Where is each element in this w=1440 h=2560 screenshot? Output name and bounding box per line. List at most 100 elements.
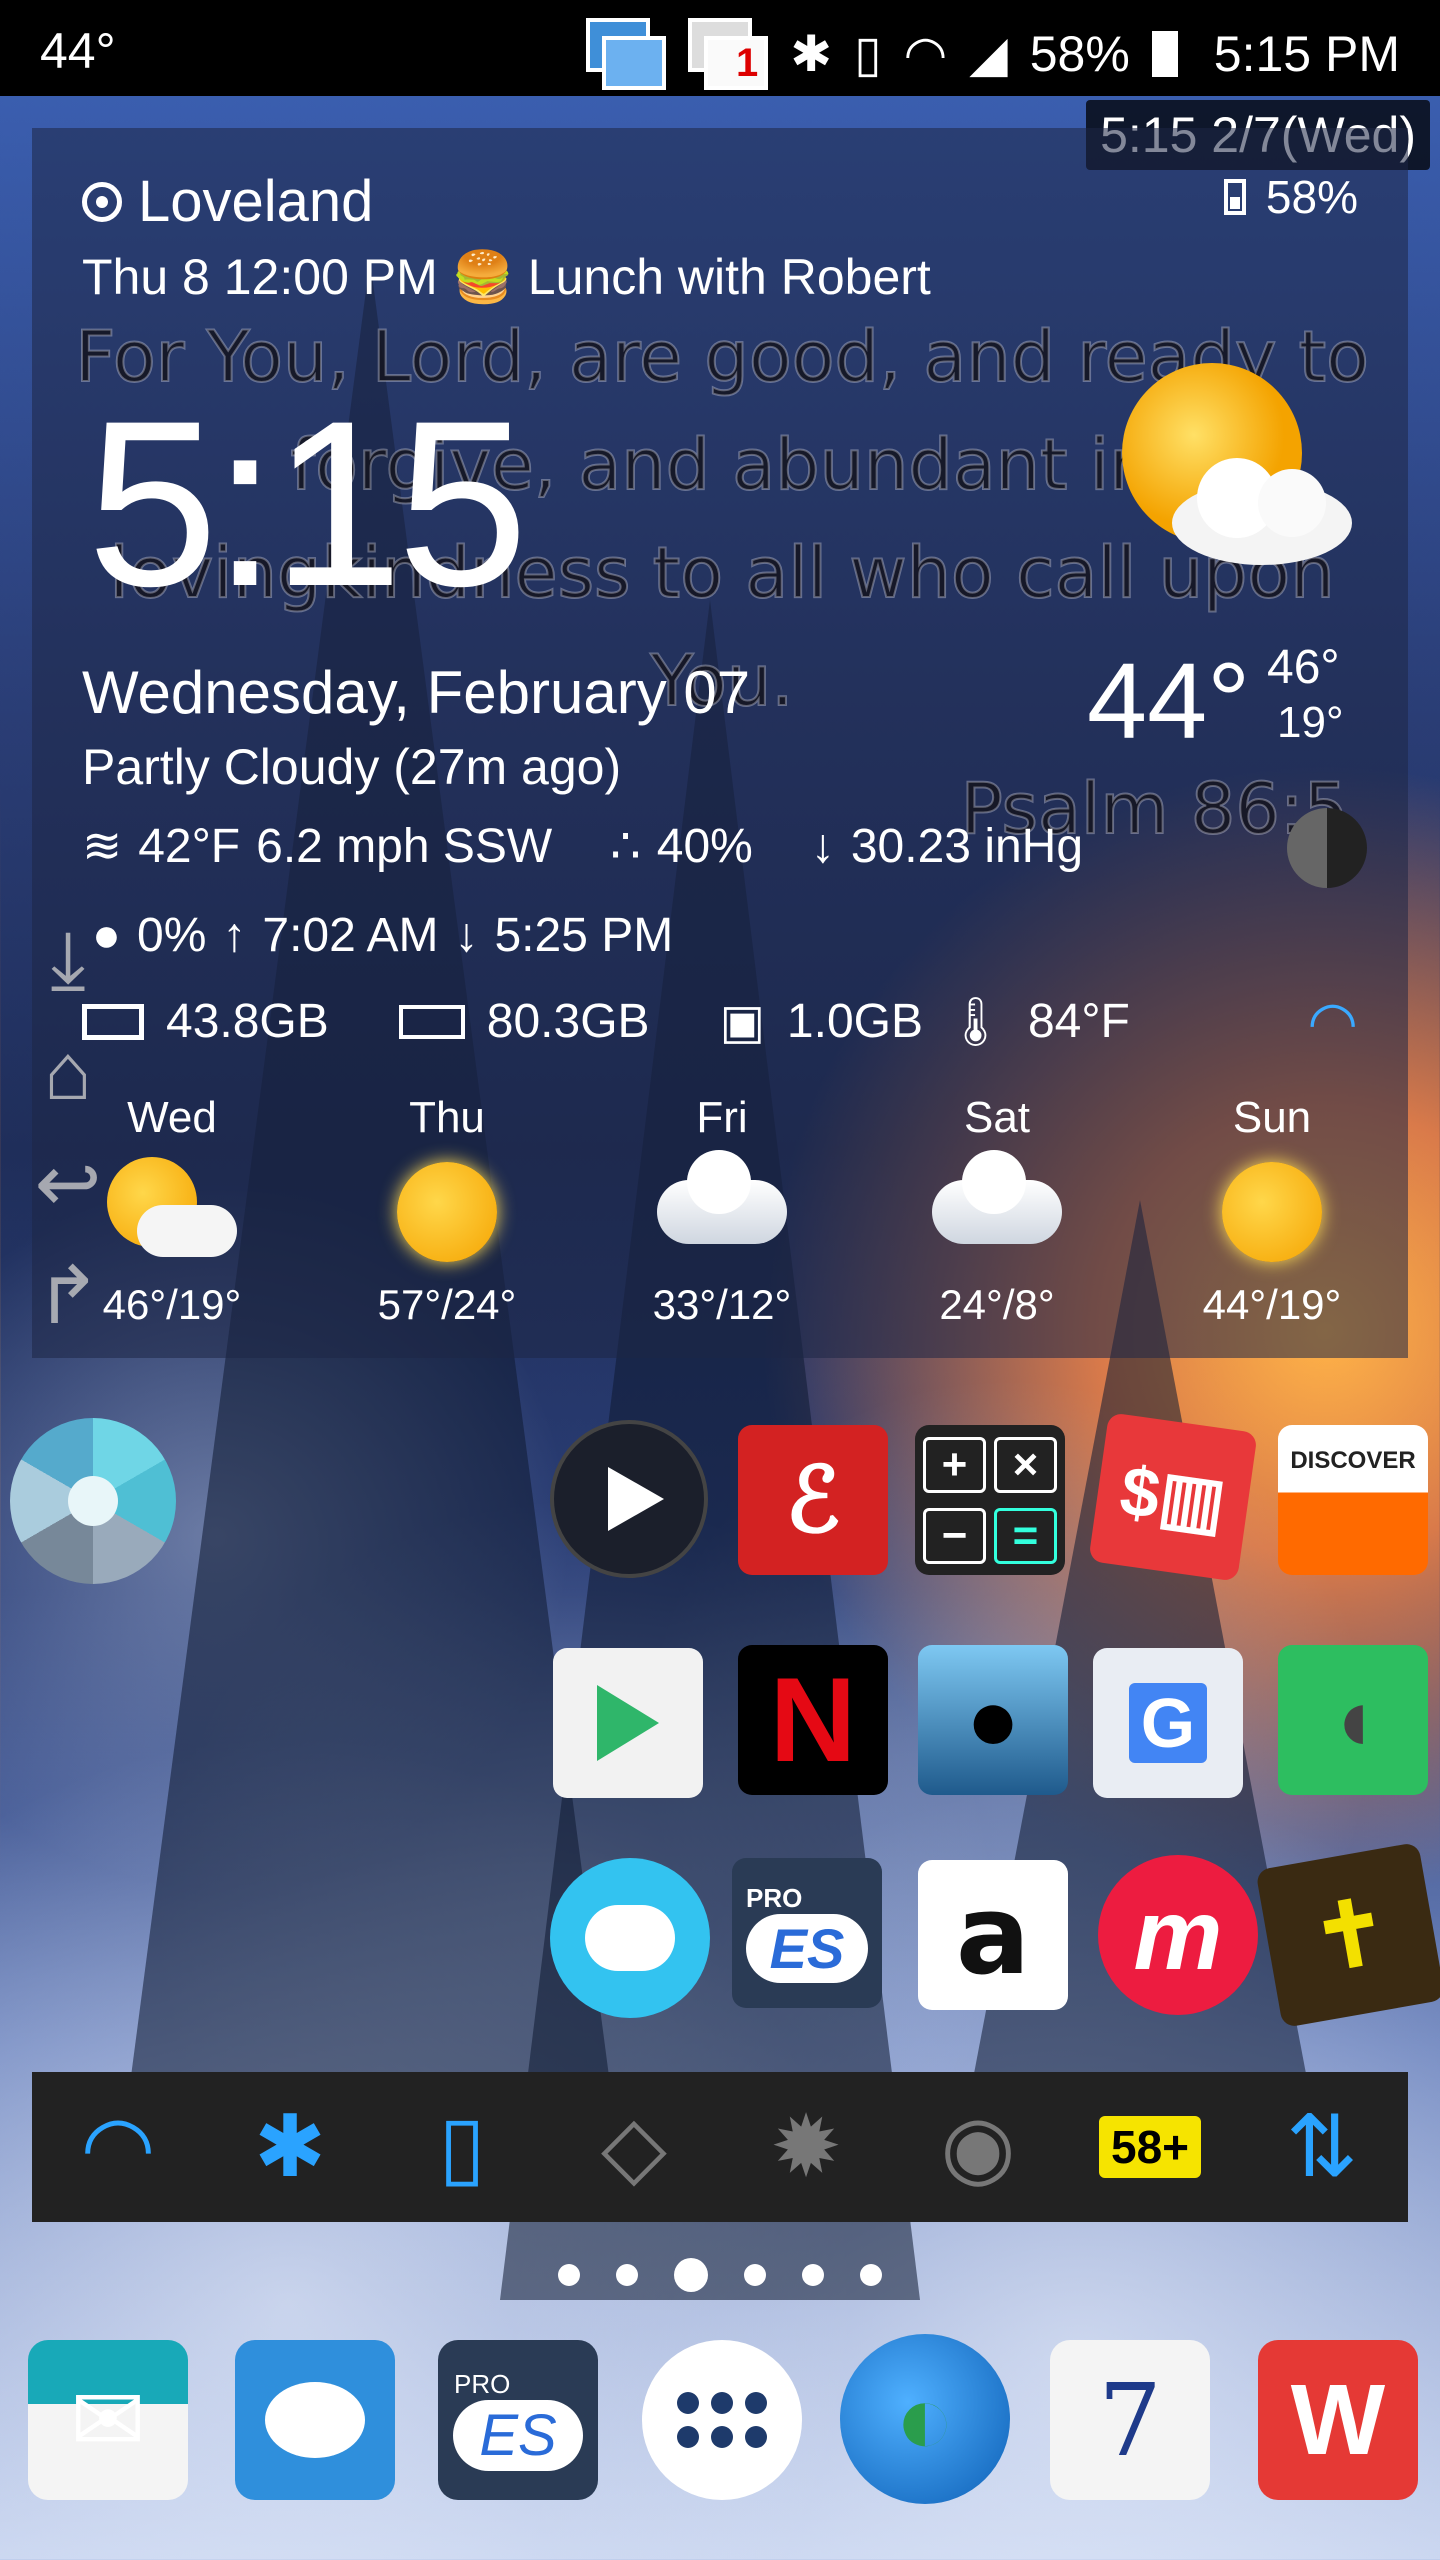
forecast-temps: 33°/12° [652, 1281, 792, 1328]
forecast-day-label: Thu [409, 1093, 485, 1142]
thermometer-icon: 🌡︎ [945, 996, 1006, 1049]
storage-external: 80.3GB [486, 995, 650, 1048]
vibrate-toggle[interactable]: ▯ [407, 2092, 517, 2202]
app-drawer-button[interactable] [642, 2340, 802, 2500]
es-file-explorer-app-icon[interactable]: PRO ES [732, 1858, 882, 2008]
page-dot[interactable] [744, 2264, 766, 2286]
fog-icon: ≋ [82, 820, 123, 873]
forecast-day: Sun 44°/19° [1157, 1093, 1387, 1329]
humidity-icon: ∴ [610, 820, 641, 873]
bluetooth-icon: ✱ [790, 26, 833, 82]
floating-nav: ⤓ ⌂ ↩ ↱ [18, 910, 118, 1358]
system-stats-row: 43.8GB 80.3GB ▣ 1.0GB 🌡︎ 84°F [82, 993, 1130, 1050]
bluetooth-icon: ✱ [253, 2099, 327, 2195]
messages-app-icon[interactable] [235, 2340, 395, 2500]
location[interactable]: Loveland [82, 168, 373, 235]
es-logo: ES [745, 1914, 869, 1983]
email-app-icon[interactable]: ✉ [28, 2340, 188, 2500]
meetup-app-icon[interactable]: m [1098, 1855, 1258, 2015]
page-dot-active[interactable] [674, 2258, 708, 2292]
browser-app-icon[interactable]: ◐ [840, 2334, 1010, 2504]
globe-icon: ◐ [894, 2362, 956, 2475]
chart-icon: $▥ [1115, 1451, 1231, 1543]
status-battery-percent: 58% [1029, 26, 1130, 82]
pressure-icon: ↓ [810, 819, 835, 873]
wifi-icon: ◠ [1307, 990, 1358, 1055]
pdf-reader-app-icon[interactable]: ℰ [738, 1425, 888, 1575]
status-time: 5:15 PM [1213, 26, 1400, 82]
google-news-app-icon[interactable]: G [1093, 1648, 1243, 1798]
calculator-app-icon[interactable]: + × − = [915, 1425, 1065, 1575]
status-temperature: 44° [40, 23, 116, 79]
battery-badge: 58+ [1098, 2116, 1202, 2178]
elephant-icon: ◖ [1325, 1669, 1381, 1770]
sunny-icon [1222, 1162, 1322, 1262]
quick-settings-bar: ◠ ✱ ▯ ◇ ✹ ◉ 58+ ⇅ [32, 2072, 1408, 2222]
weather-widget[interactable]: Loveland 58% Thu 8 12:00 PM 🍔 Lunch with… [32, 128, 1408, 1358]
news-g-icon: G [1128, 1683, 1208, 1763]
sunset-icon: ↓ [454, 909, 479, 962]
weather-details-row: ≋ 42°F 6.2 mph SSW ∴ 40% ↓ 30.23 inHg [82, 818, 1083, 874]
weather-condition: Partly Cloudy (27m ago) [82, 739, 622, 795]
waze-face-icon [585, 1905, 675, 1971]
amazon-app-icon[interactable]: a [918, 1860, 1068, 2010]
discover-app-icon[interactable]: DISCOVER [1278, 1425, 1428, 1575]
page-dot[interactable] [860, 2264, 882, 2286]
wifi-toggle[interactable]: ◠ [63, 2092, 173, 2202]
back-icon[interactable]: ↩ [18, 1134, 118, 1234]
netflix-app-icon[interactable]: N [738, 1645, 888, 1795]
share-icon[interactable]: ↱ [18, 1246, 118, 1346]
bluetooth-toggle[interactable]: ✱ [235, 2092, 345, 2202]
page-dot[interactable] [558, 2264, 580, 2286]
low-temperature: 19° [1277, 698, 1344, 747]
pro-label: PRO [454, 2369, 511, 2399]
multiwindow-icon [586, 18, 667, 90]
sunrise-icon: ↑ [222, 909, 247, 962]
snow-icon [932, 1150, 1062, 1244]
acrobat-icon: ℰ [785, 1447, 841, 1553]
kindle-app-icon[interactable]: ● [918, 1645, 1068, 1795]
eye-comfort-toggle[interactable]: ◉ [923, 2092, 1033, 2202]
brightness-toggle[interactable]: ✹ [751, 2092, 861, 2202]
page-dot[interactable] [616, 2264, 638, 2286]
forecast-day-label: Sat [963, 1093, 1031, 1142]
camera-app-icon[interactable] [10, 1418, 176, 1584]
sunny-icon [397, 1162, 497, 1262]
vibrate-icon: ▯ [854, 26, 882, 82]
equals-icon: = [994, 1507, 1057, 1564]
clock[interactable]: 5:15 [87, 368, 528, 640]
bible-app-icon[interactable]: ✝ [1255, 1841, 1440, 2029]
amazon-logo: a [955, 1871, 1031, 1999]
forecast-temps: 44°/19° [1202, 1281, 1342, 1328]
battery-saver-toggle[interactable]: 58+ [1095, 2092, 1205, 2202]
download-icon[interactable]: ⤓ [18, 910, 118, 1010]
widget-battery: 58% [1223, 170, 1358, 224]
play-triangle-icon [597, 1685, 659, 1761]
calendar-event[interactable]: Thu 8 12:00 PM 🍔 Lunch with Robert [82, 248, 931, 307]
media-player-app-icon[interactable] [550, 1420, 708, 1578]
page-dot[interactable] [802, 2264, 824, 2286]
home-icon[interactable]: ⌂ [18, 1022, 118, 1122]
wps-office-app-icon[interactable]: W [1258, 2340, 1418, 2500]
data-arrows-icon: ⇅ [1285, 2099, 1359, 2195]
finance-app-icon[interactable]: $▥ [1088, 1412, 1258, 1582]
auto-rotate-toggle[interactable]: ◇ [579, 2092, 689, 2202]
mobile-data-toggle[interactable]: ⇅ [1267, 2092, 1377, 2202]
page-indicator [0, 2258, 1440, 2292]
forecast-day: Thu 57°/24° [332, 1093, 562, 1329]
reader-silhouette-icon: ● [965, 1669, 1021, 1770]
es-file-explorer-dock-icon[interactable]: PRO ES [438, 2340, 598, 2500]
waze-app-icon[interactable] [550, 1858, 710, 2018]
pressure: 30.23 inHg [850, 819, 1084, 873]
forecast-day: Sat 24°/8° [882, 1093, 1112, 1329]
envelope-icon: ✉ [70, 2370, 146, 2471]
calendar-app-icon[interactable]: 7 [1050, 2340, 1210, 2500]
sunset: 5:25 PM [494, 909, 674, 962]
rotate-icon: ◇ [600, 2099, 668, 2195]
pro-label: PRO [746, 1883, 803, 1913]
evernote-app-icon[interactable]: ◖ [1278, 1645, 1428, 1795]
play-store-app-icon[interactable] [553, 1648, 703, 1798]
status-bar: 44° 1 ✱ ▯ ◠ ◢ 58% 5:15 PM [0, 0, 1440, 96]
humidity: 40% [656, 819, 753, 873]
precipitation: 0% [137, 909, 207, 962]
